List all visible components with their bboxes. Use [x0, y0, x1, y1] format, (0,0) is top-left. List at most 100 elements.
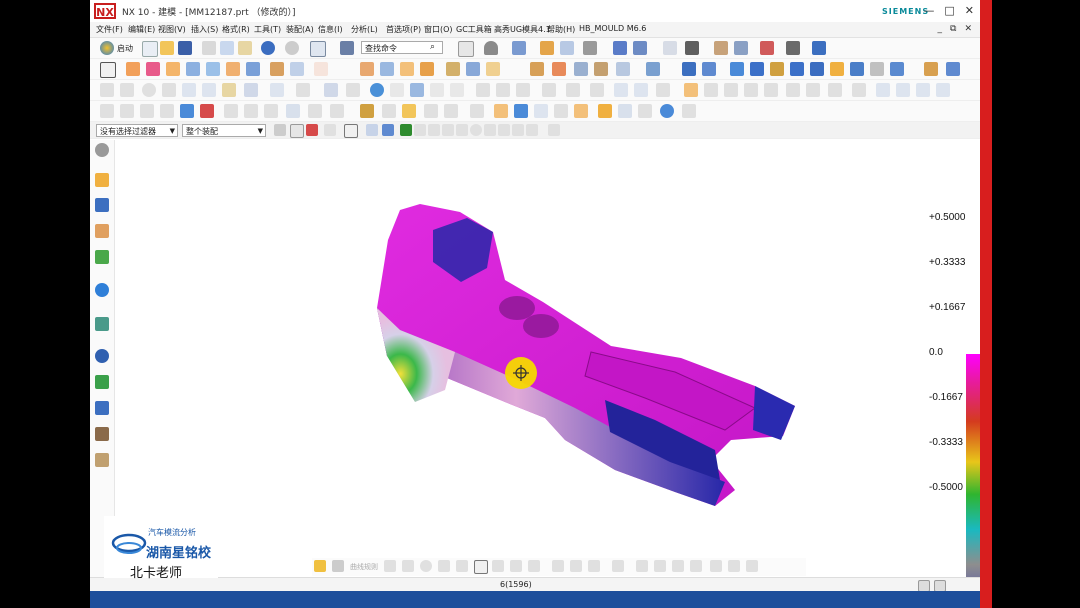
pocket-tool-icon[interactable] [890, 62, 904, 76]
tolerance-icon[interactable] [330, 104, 344, 118]
feature-tree-icon[interactable] [95, 224, 109, 238]
core-icon[interactable] [494, 104, 508, 118]
family-mold-icon[interactable] [574, 104, 588, 118]
bounded-plane-icon[interactable] [896, 83, 910, 97]
enlarge-icon[interactable] [916, 83, 930, 97]
move-object-icon[interactable] [244, 104, 258, 118]
circle-icon[interactable] [142, 83, 156, 97]
emboss-icon[interactable] [246, 62, 260, 76]
offset-face-icon[interactable] [486, 62, 500, 76]
swept-icon[interactable] [724, 83, 738, 97]
menu-analysis[interactable]: 分析(L) [351, 24, 378, 35]
move-face-icon[interactable] [530, 62, 544, 76]
patch-icon[interactable] [806, 83, 820, 97]
constraint-icon[interactable] [95, 173, 109, 187]
menu-view[interactable]: 视图(V) [158, 24, 186, 35]
grid-snap-icon[interactable] [332, 560, 344, 572]
doc-close-button[interactable]: ✕ [964, 24, 972, 34]
rectangle-select-icon[interactable] [344, 124, 358, 138]
extrude-icon[interactable] [126, 62, 140, 76]
curvature-icon[interactable] [450, 83, 464, 97]
cooling-icon[interactable] [810, 62, 824, 76]
mold-tools-icon[interactable] [646, 62, 660, 76]
trim-curve-icon[interactable] [542, 83, 556, 97]
pattern-sketch-icon[interactable] [728, 560, 740, 572]
spline-icon[interactable] [296, 83, 310, 97]
grid-layout-icon[interactable] [682, 62, 696, 76]
curve-rule-icon[interactable] [314, 560, 326, 572]
layout-icon[interactable] [554, 104, 568, 118]
paste-icon[interactable] [238, 41, 252, 55]
quick-trim-icon[interactable] [552, 560, 564, 572]
save-icon[interactable] [178, 41, 192, 55]
reflect-icon[interactable] [390, 83, 404, 97]
curve-rule-label[interactable]: 曲线规则 [350, 562, 378, 572]
menu-help[interactable]: 帮助(H) [547, 24, 575, 35]
rectangle-icon[interactable] [474, 560, 488, 574]
part-icon[interactable] [95, 317, 109, 331]
transform-icon[interactable] [224, 104, 238, 118]
edge-blend-icon[interactable] [360, 62, 374, 76]
lifter-icon[interactable] [790, 62, 804, 76]
arc-center-icon[interactable] [470, 124, 482, 136]
line-icon[interactable] [100, 83, 114, 97]
pattern-face-icon[interactable] [616, 62, 630, 76]
snap-point-icon[interactable] [400, 124, 412, 136]
join-curve-icon[interactable] [496, 83, 510, 97]
doc-restore-button[interactable]: ⧉ [950, 24, 956, 34]
chamfer-icon[interactable] [380, 62, 394, 76]
sketch-arc-icon[interactable] [402, 560, 414, 572]
view-orient-icon[interactable] [512, 41, 526, 55]
group-icon[interactable] [264, 104, 278, 118]
start-icon[interactable] [100, 41, 114, 55]
color-icon[interactable] [200, 104, 214, 118]
intersection-curve-icon[interactable] [270, 83, 284, 97]
maximize-button[interactable]: □ [944, 4, 954, 17]
polyline-icon[interactable] [492, 560, 504, 572]
menu-window[interactable]: 窗口(O) [424, 24, 453, 35]
table-icon[interactable] [308, 104, 322, 118]
extension-icon[interactable] [764, 83, 778, 97]
project-curve-icon[interactable] [244, 83, 258, 97]
datum-axis-icon[interactable] [202, 83, 216, 97]
delete-icon[interactable] [140, 104, 154, 118]
menu-format[interactable]: 格式(R) [222, 24, 250, 35]
offset-surface-icon[interactable] [828, 83, 842, 97]
workpiece-icon[interactable] [534, 104, 548, 118]
control-point-icon[interactable] [442, 124, 454, 136]
snap-grid-icon[interactable] [786, 41, 800, 55]
ruled-surface-icon[interactable] [684, 83, 698, 97]
show-hide-icon[interactable] [663, 41, 677, 55]
show-all-icon[interactable] [324, 83, 338, 97]
command-finder-icon[interactable] [340, 41, 354, 55]
close-button[interactable]: ✕ [965, 4, 974, 17]
resize-blend-icon[interactable] [594, 62, 608, 76]
edit-parameter-icon[interactable] [100, 104, 114, 118]
subtract-icon[interactable] [290, 62, 304, 76]
helix-icon[interactable] [656, 83, 670, 97]
role-icon[interactable] [95, 375, 109, 389]
render-mode-icon[interactable] [484, 41, 498, 55]
replace-icon[interactable] [120, 104, 134, 118]
menu-insert[interactable]: 插入(S) [191, 24, 218, 35]
parting-icon[interactable] [470, 104, 484, 118]
suppress-icon[interactable] [160, 104, 174, 118]
clip-section-icon[interactable] [560, 41, 574, 55]
menu-tools[interactable]: 工具(T) [254, 24, 281, 35]
menu-preferences[interactable]: 首选项(P) [386, 24, 421, 35]
palette-icon[interactable] [95, 453, 109, 467]
settings-icon[interactable] [95, 143, 109, 157]
graphics-window[interactable]: +0.5000 +0.3333 +0.1667 0.0 -0.1667 -0.3… [115, 140, 980, 608]
sketch-icon[interactable] [100, 62, 116, 78]
body-filter-icon[interactable] [366, 124, 378, 136]
copy-icon[interactable] [220, 41, 234, 55]
trim-body-icon[interactable] [446, 62, 460, 76]
ejector-pin-icon[interactable] [750, 62, 764, 76]
menu-gaoxiu-mold[interactable]: 高秀UG模具4.1 [494, 24, 551, 35]
extend-curve-icon[interactable] [566, 83, 580, 97]
filter-settings-icon[interactable] [548, 124, 560, 136]
end-point-icon[interactable] [414, 124, 426, 136]
pocket-icon[interactable] [206, 62, 220, 76]
note-icon[interactable] [382, 104, 396, 118]
mold-wizard-icon[interactable] [924, 62, 938, 76]
